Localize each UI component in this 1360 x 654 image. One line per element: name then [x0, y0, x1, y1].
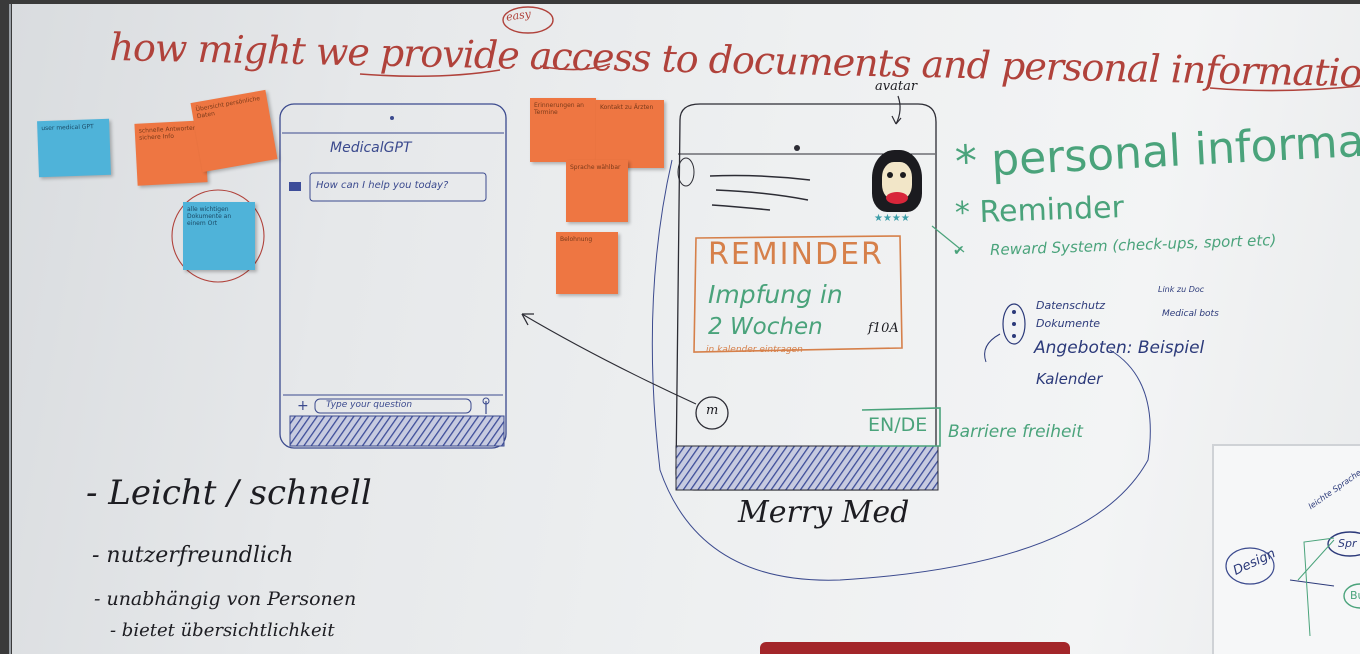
reminder-extra: f10A	[868, 321, 899, 336]
sticky-note: Belohnung	[556, 232, 618, 294]
phone1-app-name: MedicalGPT	[330, 140, 412, 156]
sub-medical-bots: Medical bots	[1162, 309, 1219, 319]
accessibility-label: Barriere freiheit	[948, 422, 1083, 442]
phone-name-below: Merry Med	[738, 495, 910, 530]
inset-photo: Design leichte Sprache Spr Bu	[1212, 444, 1360, 654]
sticky-note: Sprache wählbar	[566, 160, 628, 222]
sub-dokumente: Dokumente	[1036, 317, 1101, 330]
reminder-line1: Impfung in	[708, 280, 843, 309]
sub-kalender: Kalender	[1036, 370, 1103, 388]
inset-word-bu: Bu	[1350, 589, 1360, 602]
phone1-prompt: How can I help you today?	[316, 180, 449, 191]
right-item-reward-mark: ✔	[953, 243, 965, 259]
bottom-line3: - unabhängig von Personen	[94, 588, 357, 610]
sub-datenschutz: Datenschutz	[1036, 299, 1106, 312]
phone1-input-placeholder: Type your question	[326, 400, 413, 410]
photo-scene: how might we provide access to documents…	[0, 0, 1360, 654]
reminder-line2: 2 Wochen	[708, 314, 823, 340]
inset-word-spr: Spr	[1338, 537, 1357, 550]
red-object-bottom	[760, 642, 1070, 654]
avatar-figure	[872, 150, 922, 212]
sticky-note: alle wichtigen Dokumente an einem Ort	[183, 202, 255, 270]
sticky-note: Übersicht persönliche Daten	[190, 89, 278, 173]
bottom-line1: - Leicht / schnell	[86, 473, 372, 513]
bottom-line2: - nutzerfreundlich	[92, 543, 294, 568]
lang-toggle: EN/DE	[868, 414, 928, 436]
sub-link-doc: Link zu Doc	[1158, 285, 1205, 294]
sub-angeboten: Angeboten: Beispiel	[1034, 338, 1205, 358]
svg-text:+: +	[297, 398, 309, 414]
circle-m-label: m	[706, 403, 719, 418]
right-item-reminder: * Reminder	[954, 190, 1125, 231]
sticky-note: user medical GPT	[37, 118, 111, 178]
star-rating: ★★★★	[874, 213, 910, 224]
avatar-label: avatar	[875, 79, 918, 94]
sticky-note: Kontakt zu Ärzten	[596, 100, 664, 168]
reminder-heading: REMINDER	[708, 237, 884, 272]
calendar-note: in kalender eintragen	[706, 345, 803, 355]
bottom-line4: - bietet übersichtlichkeit	[110, 620, 335, 641]
sticky-note: Erinnerungen an Termine	[530, 98, 596, 162]
